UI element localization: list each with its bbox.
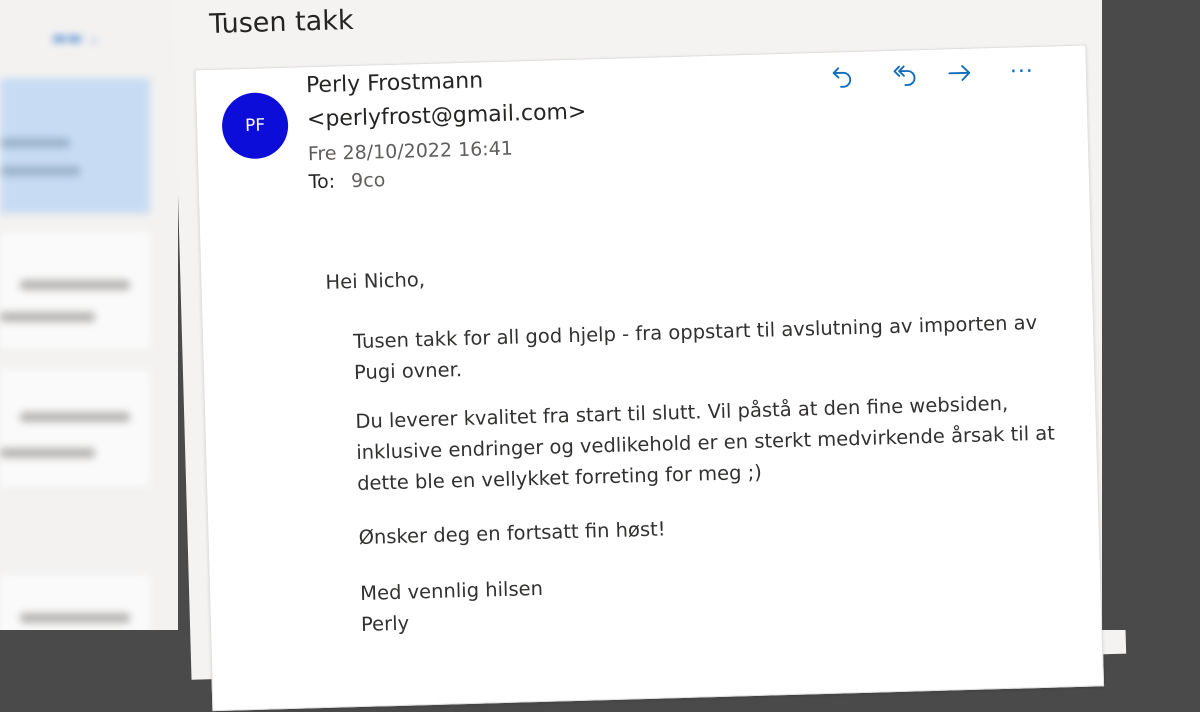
filter-dropdown[interactable]: ▬▬ ⌄ <box>52 28 101 47</box>
closing-line: Med vennlig hilsen <box>359 576 544 605</box>
reply-all-icon <box>893 65 916 86</box>
message-body: Hei Nicho, Tusen takk for all god hjelp … <box>325 247 1055 636</box>
message-card: PF Perly Frostmann <perlyfrost@gmail.com… <box>194 44 1105 712</box>
sender-name[interactable]: Perly Frostmann <box>306 68 484 98</box>
forward-button[interactable] <box>943 57 976 90</box>
avatar[interactable]: PF <box>221 91 290 160</box>
recipient-name[interactable]: 9co <box>351 169 386 192</box>
reading-pane: Tusen takk PF Perly Frostmann <perlyfros… <box>172 0 1127 712</box>
reply-icon <box>832 67 852 88</box>
message-list-pane: ▬▬ ⌄ <box>0 0 178 630</box>
list-item[interactable] <box>0 575 150 630</box>
list-item[interactable] <box>0 232 150 351</box>
list-item[interactable] <box>0 370 150 489</box>
reply-button[interactable] <box>826 60 859 93</box>
sent-date: Fre 28/10/2022 16:41 <box>307 137 514 166</box>
more-actions-button[interactable]: ··· <box>1005 55 1038 88</box>
list-item-selected[interactable] <box>0 78 150 214</box>
signature: Perly <box>360 611 410 636</box>
to-label: To: <box>308 170 336 194</box>
more-icon: ··· <box>1009 58 1035 85</box>
body-line: Ønsker deg en fortsatt fin høst! <box>358 517 666 550</box>
body-line: Pugi ovner. <box>353 358 463 385</box>
recipient-line: To: 9co <box>308 169 385 193</box>
sender-email[interactable]: <perlyfrost@gmail.com> <box>307 99 587 132</box>
forward-icon <box>948 65 971 81</box>
window-edge <box>1102 0 1200 630</box>
reply-all-button[interactable] <box>887 58 920 91</box>
body-line: Tusen takk for all god hjelp - fra oppst… <box>352 310 1038 354</box>
email-subject: Tusen takk <box>208 4 354 40</box>
greeting: Hei Nicho, <box>325 268 426 294</box>
